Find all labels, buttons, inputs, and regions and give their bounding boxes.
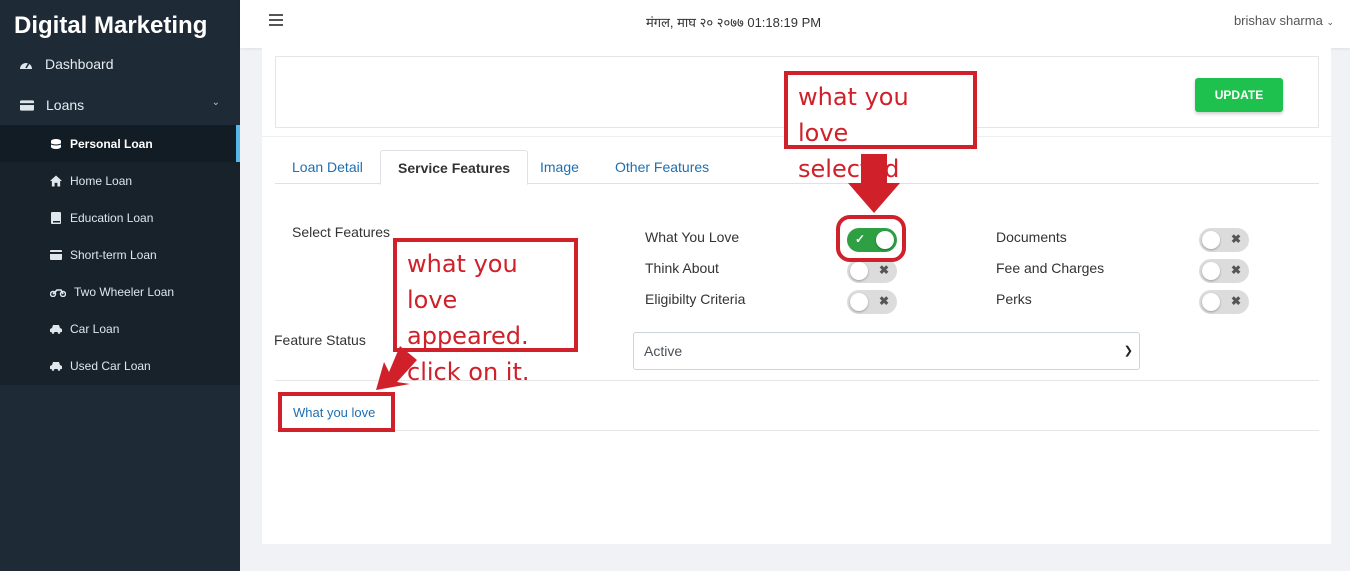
divider	[275, 430, 1319, 431]
sidebar-item-personal-loan[interactable]: Personal Loan	[0, 125, 240, 162]
sidebar-item-label: Personal Loan	[70, 136, 153, 151]
home-icon	[50, 174, 62, 187]
tab-other-features[interactable]: Other Features	[598, 150, 726, 184]
car-icon	[50, 323, 62, 335]
toggle-eligibility-criteria[interactable]: ✖	[847, 290, 897, 314]
motorcycle-icon	[50, 286, 66, 298]
chevron-down-icon: ❯	[1123, 345, 1133, 357]
sidebar-item-loans[interactable]: Loans ⌄	[0, 85, 240, 125]
sidebar-item-home-loan[interactable]: Home Loan	[0, 162, 240, 199]
annotation-highlight-toggle	[836, 215, 906, 262]
sidebar-item-used-car-loan[interactable]: Used Car Loan	[0, 347, 240, 384]
tab-service-features[interactable]: Service Features	[380, 150, 529, 185]
feature-status-select[interactable]: Active ❯	[633, 332, 1140, 370]
chevron-down-icon: ⌄	[1326, 17, 1334, 27]
toggle-perks[interactable]: ✖	[1199, 290, 1249, 314]
book-icon	[50, 211, 62, 224]
close-icon: ✖	[878, 263, 889, 277]
user-name: brishav sharma	[1233, 13, 1323, 28]
annotation-line: what you love	[798, 83, 909, 147]
sidebar-item-label: Short-term Loan	[70, 247, 157, 262]
sidebar-item-dashboard[interactable]: Dashboard	[0, 44, 240, 84]
hamburger-menu-icon[interactable]	[269, 14, 283, 26]
sidebar-item-label: Car Loan	[70, 321, 120, 336]
feature-label: Eligibilty Criteria	[645, 291, 746, 307]
speedometer-icon	[19, 57, 33, 71]
brand-title: Digital Marketing	[14, 12, 208, 39]
sidebar-item-label: Home Loan	[70, 173, 133, 188]
header-datetime: मंगल, माघ २० २०७७ 01:18:19 PM	[646, 15, 822, 30]
tab-loan-detail[interactable]: Loan Detail	[275, 150, 380, 184]
feature-status-label: Feature Status	[274, 332, 366, 348]
tab-image[interactable]: Image	[523, 150, 596, 184]
toggle-documents[interactable]: ✖	[1199, 228, 1249, 252]
toggle-think-about[interactable]: ✖	[847, 259, 897, 283]
toggle-fee-and-charges[interactable]: ✖	[1199, 259, 1249, 283]
select-features-label: Select Features	[292, 224, 391, 240]
loans-submenu: Personal Loan Home Loan Education Loan S…	[0, 125, 240, 385]
sidebar-item-label: Dashboard	[45, 56, 114, 72]
update-button[interactable]: UPDATE	[1195, 78, 1283, 112]
tab-bar: Loan Detail Service Features Image Other…	[275, 150, 1319, 185]
sidebar-item-short-term-loan[interactable]: Short-term Loan	[0, 236, 240, 273]
sidebar-item-label: Used Car Loan	[70, 358, 151, 373]
close-icon: ✖	[1230, 232, 1241, 246]
coins-icon	[50, 138, 62, 150]
sidebar-item-label: Two Wheeler Loan	[74, 284, 175, 299]
top-header: मंगल, माघ २० २०७७ 01:18:19 PM brishav sh…	[240, 0, 1350, 48]
sidebar: Digital Marketing Dashboard Loans ⌄ Pers…	[0, 0, 240, 571]
feature-label: Fee and Charges	[996, 260, 1105, 276]
annotation-left: what you love appeared. click on it.	[393, 238, 578, 386]
user-menu[interactable]: brishav sharma ⌄	[1234, 13, 1334, 28]
sidebar-item-label: Education Loan	[70, 210, 154, 225]
close-icon: ✖	[1230, 263, 1241, 277]
annotation-line: appeared.	[407, 322, 529, 350]
sidebar-item-label: Loans	[46, 97, 85, 113]
close-icon: ✖	[878, 294, 889, 308]
close-icon: ✖	[1230, 294, 1241, 308]
sidebar-item-education-loan[interactable]: Education Loan	[0, 199, 240, 236]
credit-card-icon	[20, 98, 34, 112]
feature-label: Documents	[996, 229, 1067, 245]
feature-label: What You Love	[645, 229, 740, 245]
annotation-line: selected	[798, 155, 900, 183]
annotation-top: what you love selected	[784, 71, 977, 183]
card-icon	[50, 249, 62, 261]
car-icon	[50, 360, 62, 372]
annotation-line: click on it.	[407, 358, 530, 386]
select-value: Active	[644, 343, 683, 359]
sidebar-item-two-wheeler-loan[interactable]: Two Wheeler Loan	[0, 273, 240, 310]
annotation-highlight-link	[278, 392, 395, 432]
sidebar-item-car-loan[interactable]: Car Loan	[0, 310, 240, 347]
chevron-down-icon: ⌄	[211, 97, 220, 108]
feature-label: Perks	[996, 291, 1032, 307]
annotation-line: what you love	[407, 250, 518, 314]
feature-label: Think About	[645, 260, 719, 276]
